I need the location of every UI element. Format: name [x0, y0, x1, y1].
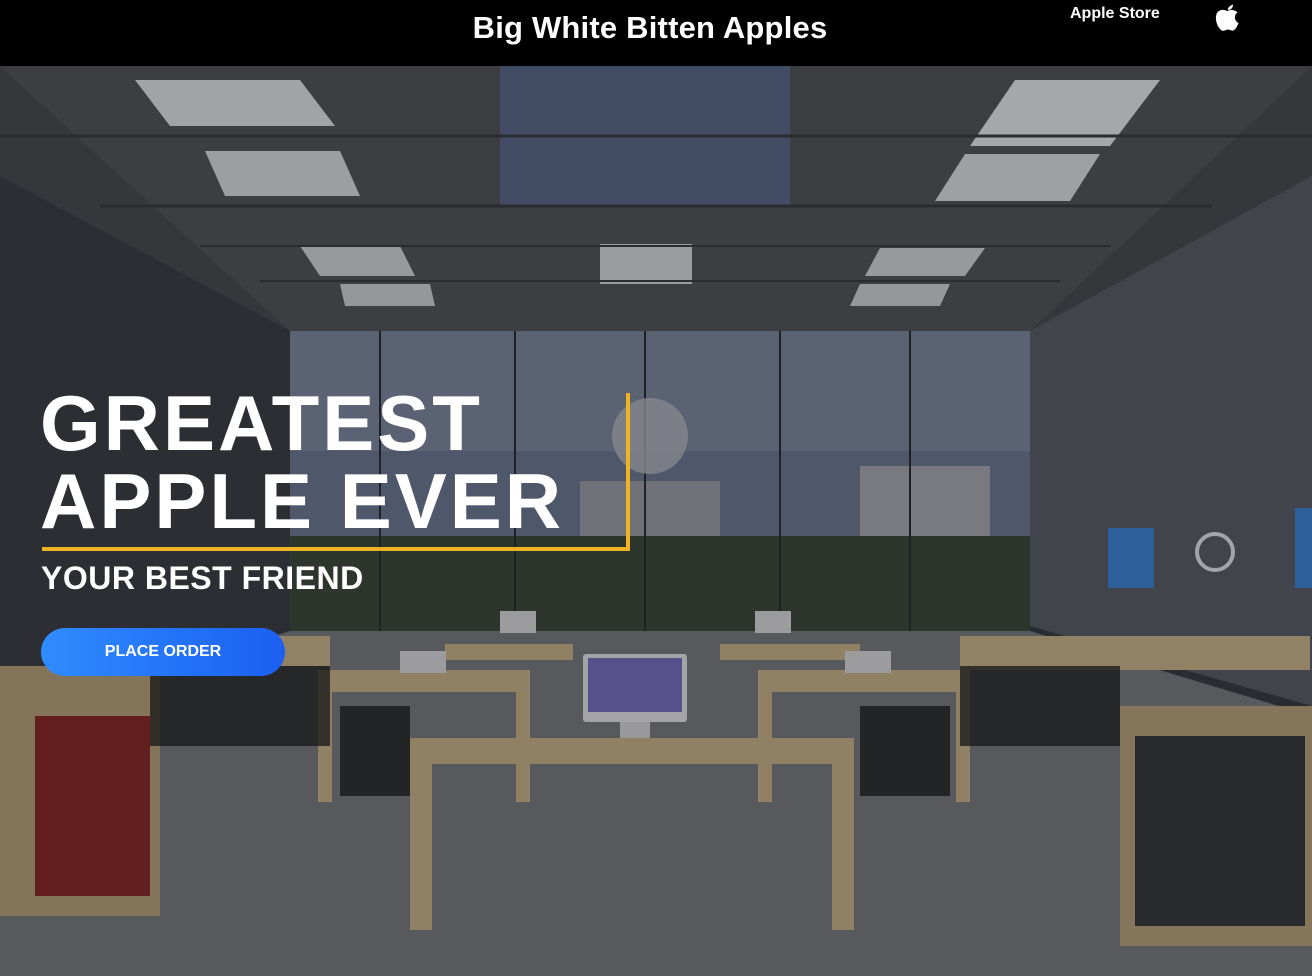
headline-line-1: GREATEST — [40, 379, 483, 467]
apple-store-link[interactable]: Apple Store — [1070, 5, 1160, 23]
site-header: Big White Bitten Apples Apple Store — [0, 0, 1312, 66]
apple-icon[interactable] — [1214, 2, 1240, 32]
accent-vertical-bar — [626, 393, 630, 551]
accent-underline — [42, 547, 630, 551]
place-order-button[interactable]: PLACE ORDER — [41, 628, 285, 676]
headline-line-2: APPLE EVER — [40, 457, 565, 545]
hero-subheadline: YOUR BEST FRIEND — [41, 560, 364, 596]
hero-headline: GREATEST APPLE EVER — [40, 384, 564, 540]
